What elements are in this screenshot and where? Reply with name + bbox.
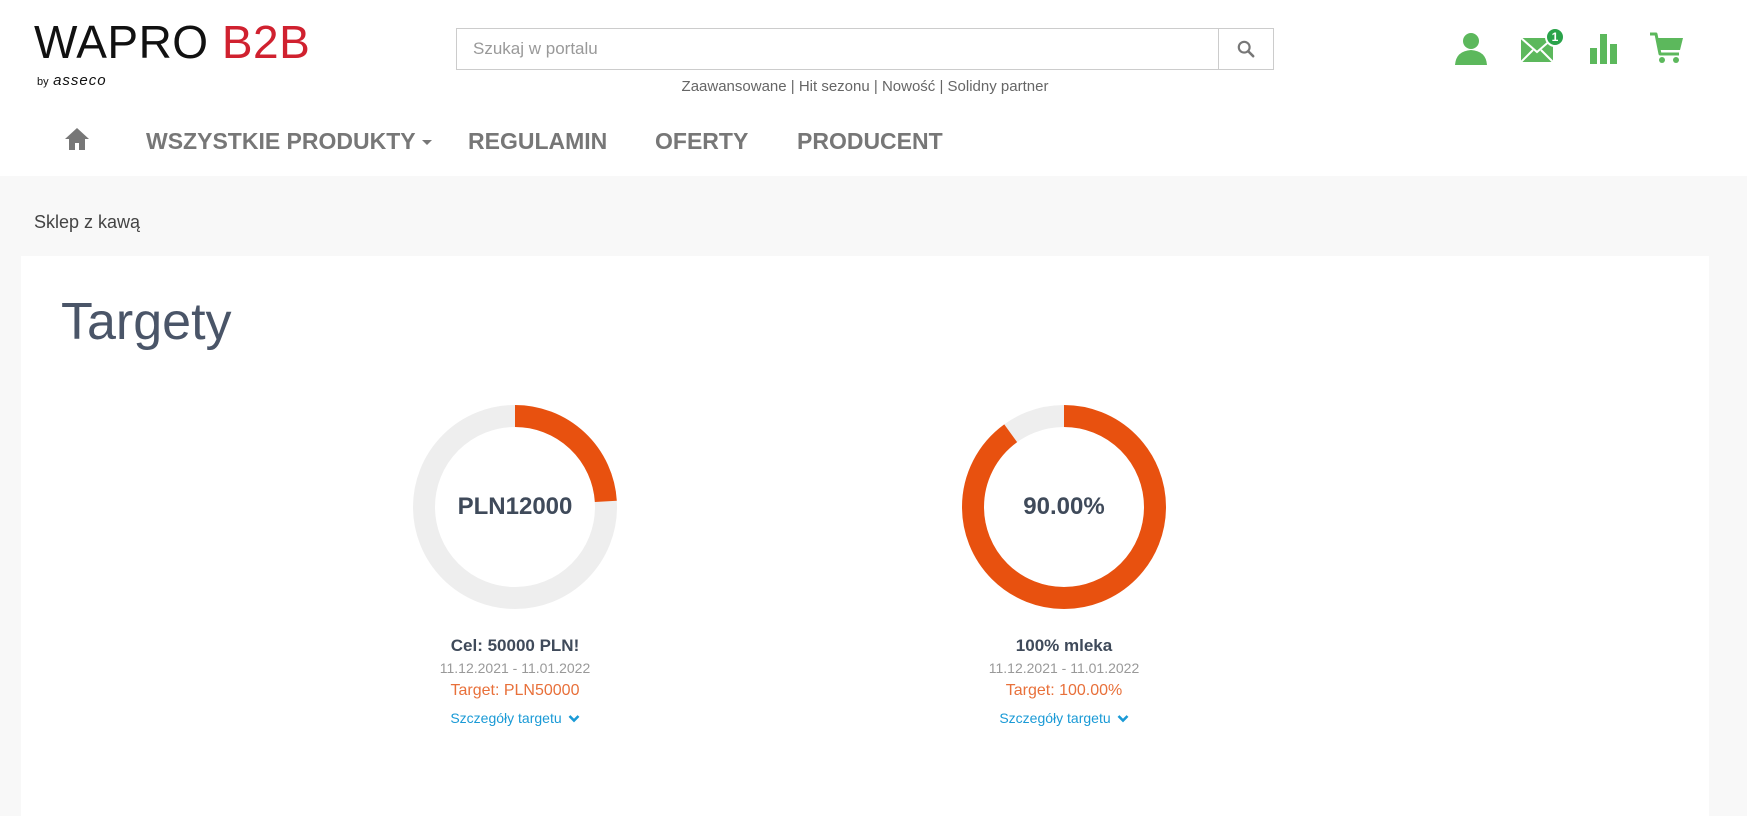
quick-link-separator: | xyxy=(869,78,882,95)
home-icon xyxy=(65,128,89,150)
nav-all-products-label: WSZYSTKIE PRODUKTY xyxy=(146,128,416,154)
chevron-down-icon xyxy=(1117,714,1129,722)
quick-link-separator: | xyxy=(786,78,799,95)
asseco-logo: asseco xyxy=(53,72,107,89)
account-button[interactable] xyxy=(1453,30,1493,70)
search-input[interactable] xyxy=(457,29,1219,69)
target-goal: Target: PLN50000 xyxy=(450,682,580,699)
quick-link-solid-partner[interactable]: Solidny partner xyxy=(948,78,1049,95)
messages-button[interactable]: 1 xyxy=(1519,27,1565,70)
quick-link-hit-season[interactable]: Hit sezonu xyxy=(799,78,870,95)
target-goal: Target: 100.00% xyxy=(1005,682,1123,699)
breadcrumb[interactable]: Sklep z kawą xyxy=(34,212,140,233)
targets-panel: Targety PLN12000 Cel: 50000 PLN! 11.12.2… xyxy=(21,256,1709,816)
logo-byline: by asseco xyxy=(37,72,107,90)
target-progress-donut: PLN12000 xyxy=(412,404,618,610)
target-name: Cel: 50000 PLN! xyxy=(450,636,580,655)
messages-count-badge: 1 xyxy=(1545,27,1565,47)
site-header: WAPRO B2B by asseco Zaawansowane | Hit s… xyxy=(0,0,1747,176)
nav-producer[interactable]: PRODUCENT xyxy=(797,128,943,155)
target-details-label: Szczegóły targetu xyxy=(450,710,562,726)
target-details-label: Szczegóły targetu xyxy=(999,710,1111,726)
nav-home[interactable] xyxy=(64,126,90,158)
quick-links: Zaawansowane | Hit sezonu | Nowość | Sol… xyxy=(456,78,1274,95)
search-icon xyxy=(1237,40,1255,58)
target-card: 90.00% 100% mleka 11.12.2021 - 11.01.202… xyxy=(914,404,1214,728)
target-card: PLN12000 Cel: 50000 PLN! 11.12.2021 - 11… xyxy=(365,404,665,728)
cart-button[interactable] xyxy=(1649,30,1689,70)
donut-center-value: PLN12000 xyxy=(457,493,573,520)
logo-brand-name: WAPRO xyxy=(34,16,209,68)
cart-icon xyxy=(1650,32,1683,63)
chevron-down-icon xyxy=(568,714,580,722)
nav-terms[interactable]: REGULAMIN xyxy=(468,128,607,155)
bar-chart-icon xyxy=(1590,34,1617,64)
statistics-button[interactable] xyxy=(1586,30,1626,70)
nav-offers[interactable]: OFERTY xyxy=(655,128,748,155)
logo-brand-accent: B2B xyxy=(221,16,311,68)
quick-link-separator: | xyxy=(935,78,948,95)
caret-down-icon xyxy=(421,140,432,146)
search-button[interactable] xyxy=(1218,29,1273,69)
nav-all-products[interactable]: WSZYSTKIE PRODUKTY xyxy=(146,128,432,155)
donut-center-value: 90.00% xyxy=(1023,493,1105,520)
page-title: Targety xyxy=(61,293,232,351)
target-details-link[interactable]: Szczegóły targetu xyxy=(999,710,1129,726)
search-bar xyxy=(456,28,1274,70)
target-dates: 11.12.2021 - 11.01.2022 xyxy=(439,660,591,676)
user-icon xyxy=(1455,33,1487,65)
quick-link-advanced[interactable]: Zaawansowane xyxy=(682,78,787,95)
main-navigation: WSZYSTKIE PRODUKTY REGULAMIN OFERTY PROD… xyxy=(0,118,1747,168)
quick-link-new[interactable]: Nowość xyxy=(882,78,935,95)
logo-wordmark: WAPRO B2B xyxy=(34,18,310,66)
target-details-link[interactable]: Szczegóły targetu xyxy=(450,710,580,726)
target-name: 100% mleka xyxy=(1015,636,1113,655)
target-dates: 11.12.2021 - 11.01.2022 xyxy=(988,660,1140,676)
target-progress-donut: 90.00% xyxy=(961,404,1167,610)
wapro-b2b-logo[interactable]: WAPRO B2B by asseco xyxy=(34,18,310,89)
logo-by-text: by xyxy=(37,76,49,88)
